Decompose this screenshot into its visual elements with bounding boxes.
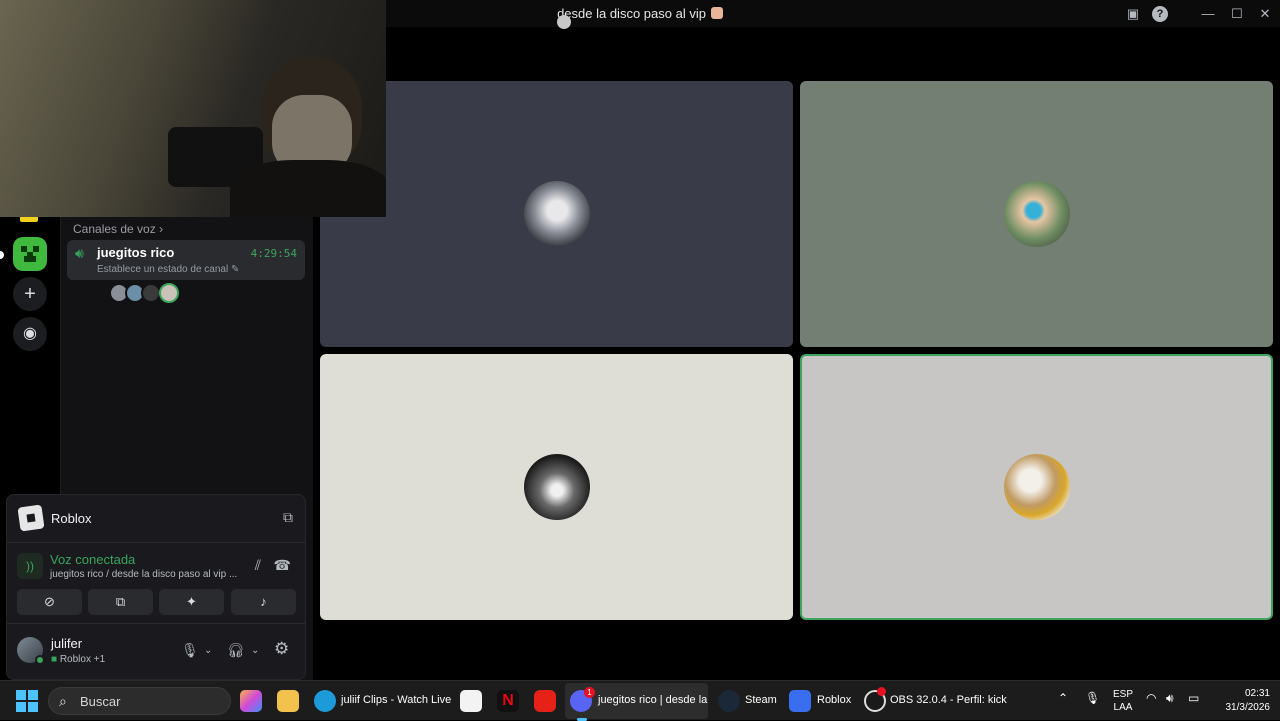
avatar [523,181,590,247]
activity-row: Roblox ⧉ [7,495,305,543]
avatar [1003,454,1070,520]
roblox-icon [17,504,45,532]
video-tile-speaking[interactable] [800,354,1273,620]
gamepad-icon: ■ [51,654,58,665]
user-activity: ■ Roblox +1 [51,654,106,665]
online-status-icon [35,655,45,665]
soundboard-button[interactable]: ♪ [231,589,296,615]
chevron-right-icon: › [159,222,164,236]
battery-icon[interactable]: ▭ [1188,691,1199,705]
taskbar-app-label[interactable]: Steam [745,694,777,706]
windows-start-icon[interactable] [16,690,38,712]
copilot-icon[interactable] [240,690,262,712]
chevron-up-icon[interactable]: ⌃ [1058,691,1068,705]
microphone-icon[interactable]: 🎙︎ [181,642,199,659]
search-icon: ⌕ [59,693,67,709]
selected-indicator [0,251,4,259]
notification-badge: 1 [584,687,595,698]
avatar[interactable] [159,283,179,303]
webcam-overlay [0,0,386,217]
windows-taskbar: ⌕ Buscar juliif Clips - Watch Live N 1 j… [0,680,1280,721]
steam-icon[interactable] [718,690,740,712]
volume-icon[interactable]: 🔊︎ [1166,691,1174,706]
chevron-down-icon[interactable]: ⌄ [251,645,259,656]
taskbar-app-label[interactable]: Roblox [817,694,851,706]
roblox-icon[interactable] [789,690,811,712]
voice-channels-header[interactable]: Canales de voz › [73,222,163,236]
clock[interactable]: 02:31 31/3/2026 [1226,687,1271,715]
voice-channel-item[interactable]: 🔊︎ juegitos rico 4:29:54 Establece un es… [67,240,305,280]
help-icon[interactable]: ? [1152,6,1168,22]
voice-connection: )) Voz conectada juegitos rico / desde l… [7,543,305,587]
wifi-icon[interactable]: ◠ [1146,691,1156,705]
user-row: julifer ■ Roblox +1 🎙︎ ⌄ 🎧︎ ⌄ ⚙ [7,623,305,679]
avatar [1003,181,1070,247]
headphones-icon[interactable]: 🎧︎ [227,642,245,659]
username[interactable]: julifer [51,636,82,651]
voice-channel-name: juegitos rico [97,245,175,260]
voice-actions: ⊘ ⧉ ✦ ♪ [17,589,297,615]
taskbar-app-label[interactable]: juliif Clips - Watch Live [341,694,451,706]
camera-off-button[interactable]: ⊘ [17,589,82,615]
discord-window: desde la disco paso al vip ▣ ? — ☐ ✕ + ◉… [0,0,1280,680]
voice-timer: 4:29:54 [250,247,297,260]
video-tile[interactable] [320,81,793,347]
file-explorer-icon[interactable] [277,690,299,712]
noise-suppression-icon[interactable]: ⫽ [255,557,261,574]
language-indicator[interactable]: ESP LAA [1113,688,1133,714]
webcam-person-body [230,160,386,217]
chevron-down-icon[interactable]: ⌄ [204,645,212,656]
gear-icon[interactable]: ⚙ [274,639,289,659]
signal-icon[interactable]: )) [17,553,43,579]
add-server-icon[interactable]: + [13,277,47,311]
hand-emoji-icon [710,7,723,19]
video-tile[interactable] [320,354,793,620]
server-icon [557,15,572,29]
explore-icon[interactable]: ◉ [13,317,47,351]
netflix-icon[interactable]: N [497,690,519,712]
activities-button[interactable]: ✦ [159,589,224,615]
inbox-icon[interactable]: ▣ [1123,4,1143,24]
stream-activity-icon[interactable]: ⧉ [283,509,293,526]
taskbar-app-label[interactable]: OBS 32.0.4 - Perfil: kick [890,694,1007,706]
avatar [523,454,590,520]
disconnect-icon[interactable]: ☎ [274,557,291,574]
channel-status[interactable]: Establece un estado de canal ✎ [97,264,239,275]
taskbar-app-label[interactable]: juegitos rico | desde la [598,694,707,706]
speaker-icon: 🔊︎ [75,245,84,261]
taskbar-search[interactable]: ⌕ Buscar [48,687,231,715]
minimize-icon[interactable]: — [1198,4,1218,24]
server-icon-creeper[interactable] [13,237,47,271]
voice-connected-channel[interactable]: juegitos rico / desde la disco paso al v… [50,569,237,580]
video-tile[interactable] [800,81,1273,347]
maximize-icon[interactable]: ☐ [1227,4,1247,24]
microphone-icon[interactable]: 🎙︎ [1085,691,1100,705]
screen-share-button[interactable]: ⧉ [88,589,153,615]
search-placeholder: Buscar [80,694,121,709]
youtube-icon[interactable] [534,690,556,712]
recording-indicator [877,687,886,696]
close-icon[interactable]: ✕ [1255,4,1275,24]
avatar[interactable] [141,283,161,303]
pencil-icon: ✎ [231,264,240,275]
activity-name: Roblox [51,511,92,526]
voice-connected-label[interactable]: Voz conectada [50,552,135,567]
store-icon[interactable] [460,690,482,712]
user-panel: Roblox ⧉ )) Voz conectada juegitos rico … [6,494,306,680]
edge-icon[interactable] [314,690,336,712]
